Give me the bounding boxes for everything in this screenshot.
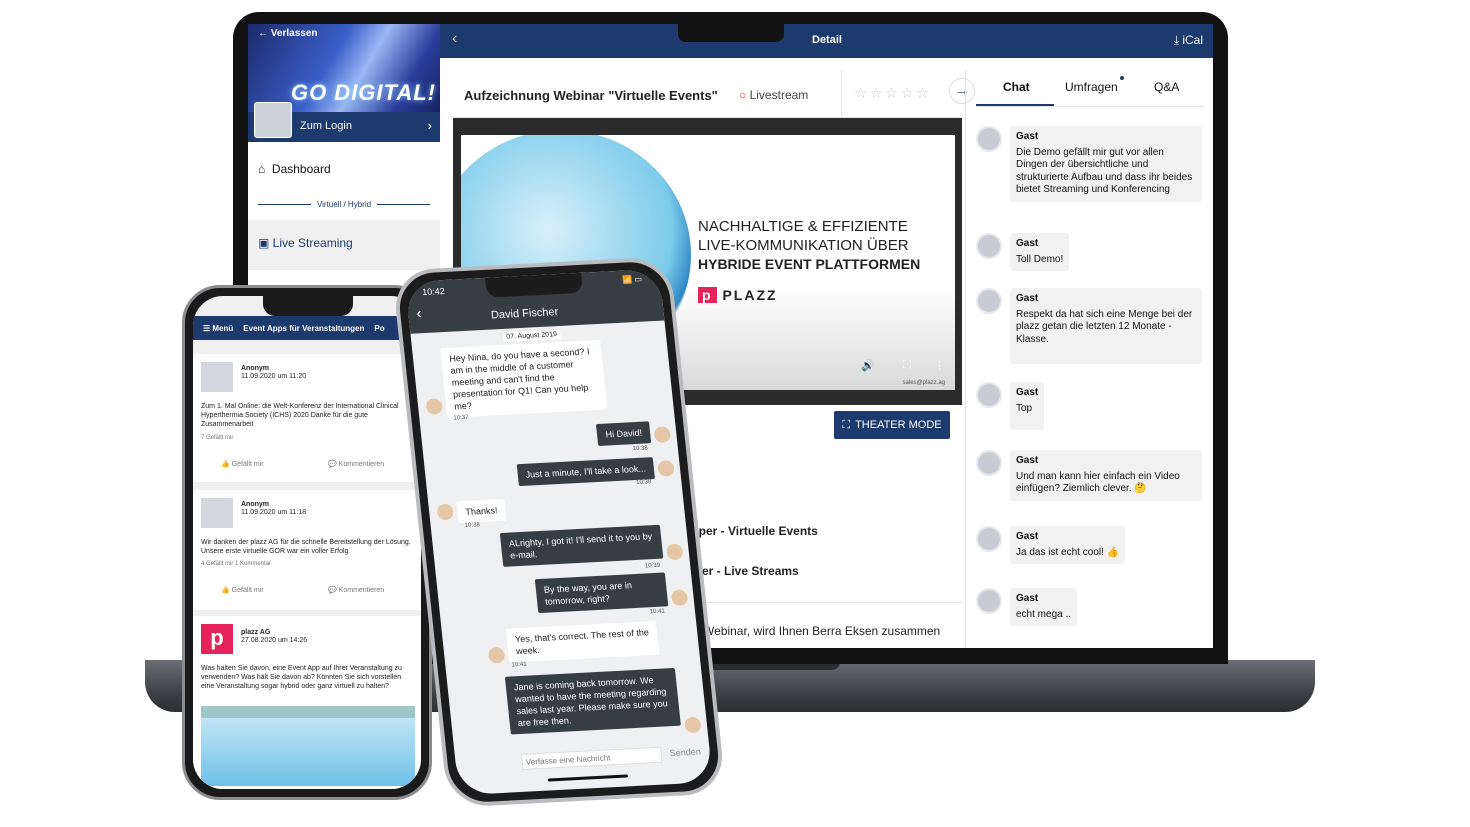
- avatar: [657, 460, 675, 477]
- chat-message: ALrighty, I got it! I'll send it to you …: [499, 524, 664, 567]
- chat-message: Gast echt mega ..: [976, 588, 1078, 626]
- sidebar-item-live-streaming[interactable]: ▣ Live Streaming: [248, 220, 440, 270]
- like-button[interactable]: 👍 Gefällt mir: [221, 586, 264, 595]
- chat-message: Gast Respekt da hat sich eine Menge bei d…: [976, 288, 1202, 364]
- chat-message: Hi David!: [596, 421, 652, 446]
- more-icon[interactable]: ⋮: [934, 359, 945, 372]
- comment-button[interactable]: 💬 Kommentieren: [328, 586, 384, 595]
- camera-notch: [678, 24, 784, 42]
- tab-umfragen[interactable]: Umfragen: [1065, 80, 1118, 94]
- chat-message: Gast Und man kann hier einfach ein Video …: [976, 450, 1202, 501]
- tab-chat[interactable]: Chat: [1003, 80, 1030, 94]
- leave-button[interactable]: ← Verlassen: [258, 28, 318, 39]
- phone-feed: ☰ Menü Event Apps für Veranstaltungen Po…: [182, 285, 432, 800]
- document-link[interactable]: aper - Live Streams: [688, 564, 799, 578]
- top-bar: ‹ Detail ⤓ iCal: [440, 24, 1213, 58]
- avatar: [976, 450, 1002, 476]
- message-input[interactable]: [520, 746, 663, 770]
- volume-icon[interactable]: 🔊: [861, 359, 875, 372]
- circle-icon: ○: [739, 88, 747, 102]
- chat-message: Gast Die Demo gefällt mir gut vor allen D…: [976, 126, 1202, 202]
- section-divider: Virtuell / Hybrid: [258, 200, 430, 209]
- avatar: [684, 716, 702, 734]
- avatar: [976, 233, 1002, 259]
- menu-button[interactable]: ☰ Menü: [203, 324, 233, 333]
- home-indicator: [547, 774, 629, 782]
- chevron-right-icon: ›: [427, 118, 432, 133]
- status-icons: 📶 ▭: [621, 274, 643, 285]
- notification-dot: [1120, 76, 1124, 80]
- description: Webinar, wird Ihnen Berra Eksen zusammen: [703, 624, 941, 638]
- phone-screen: 10:42 📶 ▭ ‹ David Fischer 07. August 201…: [405, 268, 713, 796]
- avatar: [976, 126, 1002, 152]
- plazz-logo-icon: p: [698, 287, 717, 303]
- phone-chat: 10:42 📶 ▭ ‹ David Fischer 07. August 201…: [391, 256, 727, 808]
- feed-post: Anonym 11.09.2020 um 11:18 Wir danken de…: [193, 490, 421, 610]
- back-icon[interactable]: ‹: [452, 30, 457, 48]
- menu-icon: ☰: [203, 323, 211, 333]
- arrow-left-icon: ←: [258, 28, 271, 39]
- fullscreen-icon[interactable]: ⛶: [903, 359, 911, 372]
- avatar: [665, 543, 684, 561]
- avatar: [254, 102, 292, 138]
- sidebar-item-dashboard[interactable]: ⌂ Dashboard: [258, 162, 331, 176]
- avatar: [487, 646, 506, 664]
- like-button[interactable]: 👍 Gefällt mir: [221, 460, 264, 469]
- tab-qa[interactable]: Q&A: [1154, 80, 1179, 94]
- app-title: Event Apps für Veranstaltungen: [243, 323, 365, 333]
- avatar: [976, 382, 1002, 408]
- chat-message: By the way, you are in tomorrow, right?: [534, 572, 669, 614]
- comment-button[interactable]: 💬 Kommentieren: [328, 460, 384, 469]
- page-title: Detail: [812, 34, 842, 46]
- feed-post: Anonym 11.09.2020 um 11:20 Zum 1. Mal On…: [193, 354, 421, 482]
- chat-panel: Chat Umfragen Q&A Gast Die Demo gefällt m…: [965, 70, 1213, 648]
- chat-message: Yes, that's correct. The rest of the wee…: [505, 620, 660, 663]
- app-header: ☰ Menü Event Apps für Veranstaltungen Po: [193, 316, 421, 340]
- ical-button[interactable]: ⤓ iCal: [1174, 33, 1203, 48]
- chat-header: 10:42 📶 ▭ ‹ David Fischer: [405, 268, 665, 334]
- avatar: [436, 503, 455, 521]
- video-camera-icon: ▣: [258, 236, 273, 250]
- chat-message: Thanks!: [456, 498, 507, 524]
- chat-message: Jane is coming back tomorrow. We wanted …: [504, 667, 681, 735]
- theater-mode-button[interactable]: ⛶ THEATER MODE: [834, 411, 950, 439]
- avatar: [201, 498, 233, 528]
- rating[interactable]: ☆☆☆☆☆ →: [841, 70, 975, 118]
- plazz-logo-icon: p: [201, 624, 233, 654]
- avatar: [653, 426, 672, 443]
- phone-screen: ☰ Menü Event Apps für Veranstaltungen Po…: [193, 296, 421, 789]
- chat-message: Gast Top: [976, 382, 1045, 430]
- contact-name: David Fischer: [490, 306, 559, 322]
- feed-post: p plazz AG 27.08.2020 um 14:26 Was halte…: [193, 616, 421, 789]
- post-image: [201, 706, 415, 786]
- plazz-logo: p PLAZZ: [698, 286, 920, 305]
- avatar: [976, 526, 1002, 552]
- chat-message: Gast Ja das ist echt cool! 👍: [976, 526, 1126, 564]
- back-icon[interactable]: ‹: [416, 305, 423, 323]
- divider: [688, 602, 962, 603]
- chat-message: Gast Toll Demo!: [976, 233, 1070, 271]
- star-icons[interactable]: ☆☆☆☆☆: [854, 84, 931, 102]
- chat-message: Just a minute, I'll take a look...: [516, 457, 655, 487]
- avatar: [201, 362, 233, 392]
- avatar: [976, 588, 1002, 614]
- banner-text: GO DIGITAL!: [290, 80, 436, 105]
- livestream-badge: ○ Livestream: [739, 88, 809, 102]
- chat-message: Hey Nina, do you have a second? I am in …: [440, 339, 608, 418]
- send-button[interactable]: Senden: [669, 747, 701, 759]
- avatar: [425, 398, 444, 415]
- home-icon: ⌂: [258, 162, 272, 176]
- avatar: [976, 288, 1002, 314]
- avatar: [670, 589, 689, 607]
- event-title: Aufzeichnung Webinar "Virtuelle Events": [464, 88, 718, 103]
- expand-icon: ⛶: [842, 418, 851, 431]
